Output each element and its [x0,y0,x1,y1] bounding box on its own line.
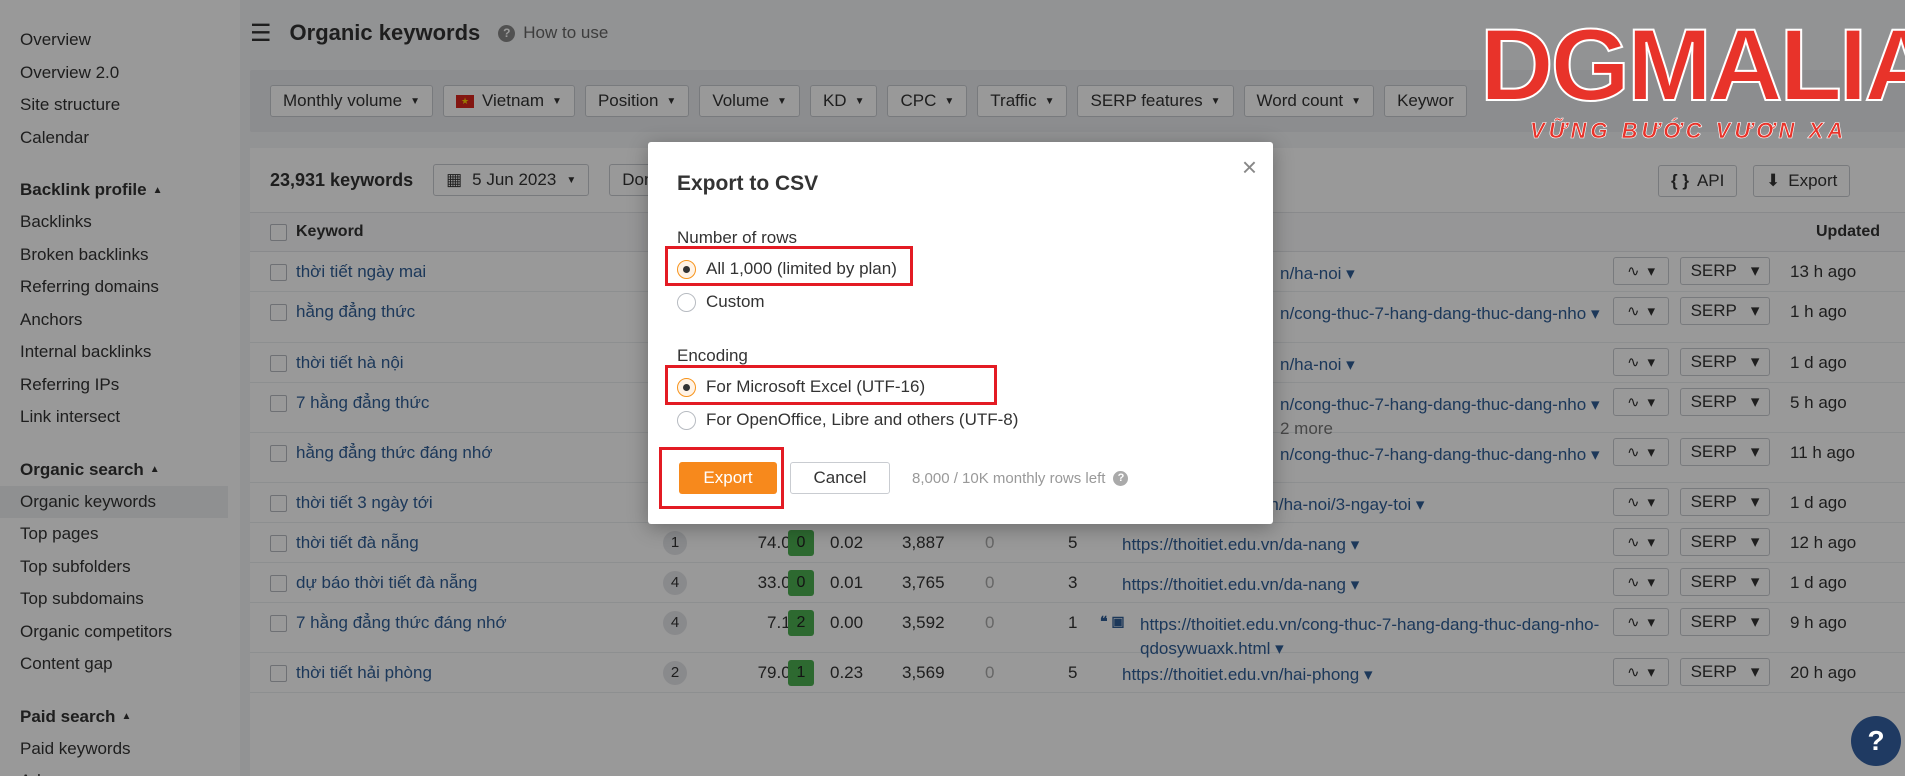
radio-empty-icon [677,410,696,430]
logo-text: DGMALIA [1479,8,1905,122]
radio-custom-rows[interactable]: Custom [677,292,765,312]
export-dialog: × Export to CSV Number of rows All 1,000… [648,142,1273,524]
highlight-box-export [659,447,784,509]
encoding-section-label: Encoding [677,346,748,365]
radio-openoffice-encoding[interactable]: For OpenOffice, Libre and others (UTF-8) [677,410,1018,430]
close-icon[interactable]: × [1242,154,1257,180]
radio-custom-label: Custom [706,292,765,311]
radio-openoffice-label: For OpenOffice, Libre and others (UTF-8) [706,410,1019,429]
watermark-logo: DGMALIA VỮNG BƯỚC VƯƠN XA [1470,0,1905,150]
logo-slogan: VỮNG BƯỚC VƯƠN XA [1530,118,1848,144]
rows-left-text: 8,000 / 10K monthly rows left [912,470,1106,487]
highlight-box-rows [665,246,913,286]
highlight-box-encoding [665,365,997,405]
dialog-title: Export to CSV [677,172,819,195]
rows-section-label: Number of rows [677,228,797,247]
rows-left-note: 8,000 / 10K monthly rows left ? [912,470,1129,487]
radio-empty-icon [677,292,696,312]
question-icon[interactable]: ? [1113,471,1129,486]
dialog-cancel-button[interactable]: Cancel [790,462,890,494]
help-button[interactable]: ? [1851,716,1901,766]
